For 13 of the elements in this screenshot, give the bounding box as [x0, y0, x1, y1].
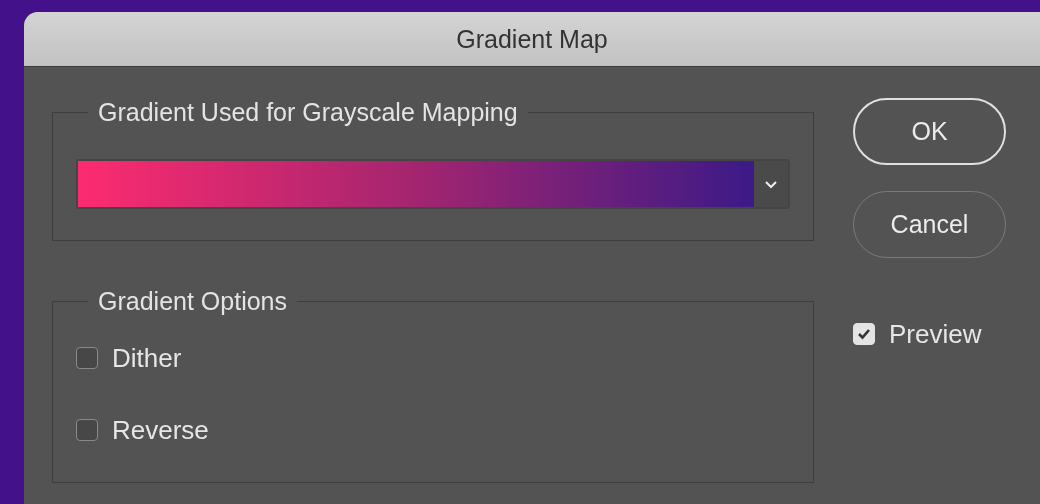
window-title: Gradient Map	[456, 24, 608, 54]
checkbox-label: Dither	[112, 342, 182, 374]
checkbox[interactable]	[76, 419, 98, 441]
ok-button[interactable]: OK	[853, 98, 1006, 165]
checkbox[interactable]	[76, 347, 98, 369]
dropdown-button[interactable]	[754, 161, 788, 207]
group-title: Gradient Options	[97, 287, 288, 316]
chevron-down-icon	[764, 179, 778, 189]
checkmark-icon	[856, 327, 872, 341]
checkbox-label: Preview	[889, 318, 982, 350]
group-title: Gradient Used for Grayscale Mapping	[97, 98, 519, 127]
gradient-preview[interactable]	[78, 161, 754, 207]
checkbox-label: Reverse	[112, 414, 209, 446]
